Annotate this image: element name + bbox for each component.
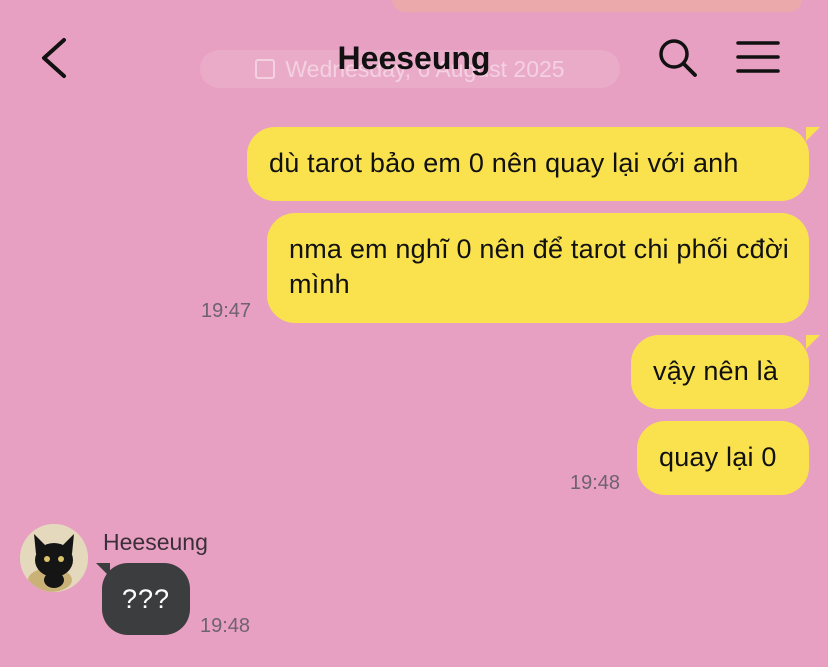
message-time: 19:47	[201, 300, 252, 322]
cat-avatar-icon	[20, 524, 88, 592]
message-time: 19:48	[570, 472, 621, 494]
message-text: nma em nghĩ 0 nên để tarot chi phối cđời…	[289, 234, 789, 299]
incoming-message[interactable]: ???	[102, 563, 190, 635]
chat-screen: Wednesday, 6 August 2025 Heeseung dù tar…	[0, 0, 828, 667]
message-text: ???	[121, 583, 171, 614]
outgoing-message[interactable]: quay lại 0	[637, 421, 809, 495]
bubble-tail	[806, 127, 820, 141]
message-text: dù tarot bảo em 0 nên quay lại với anh	[269, 148, 739, 178]
sender-name: Heeseung	[103, 529, 208, 555]
outgoing-message[interactable]: vậy nên là	[631, 335, 809, 409]
chat-header: Heeseung	[0, 0, 828, 115]
menu-icon[interactable]	[736, 38, 780, 78]
message-text: vậy nên là	[653, 356, 779, 386]
bubble-tail	[806, 335, 820, 349]
outgoing-message[interactable]: dù tarot bảo em 0 nên quay lại với anh	[247, 127, 809, 201]
chat-title: Heeseung	[337, 40, 491, 76]
search-icon[interactable]	[656, 36, 698, 78]
message-text: quay lại 0	[659, 442, 777, 472]
outgoing-message[interactable]: nma em nghĩ 0 nên để tarot chi phối cđời…	[267, 213, 809, 323]
avatar[interactable]	[20, 524, 88, 592]
message-time: 19:48	[200, 615, 251, 637]
